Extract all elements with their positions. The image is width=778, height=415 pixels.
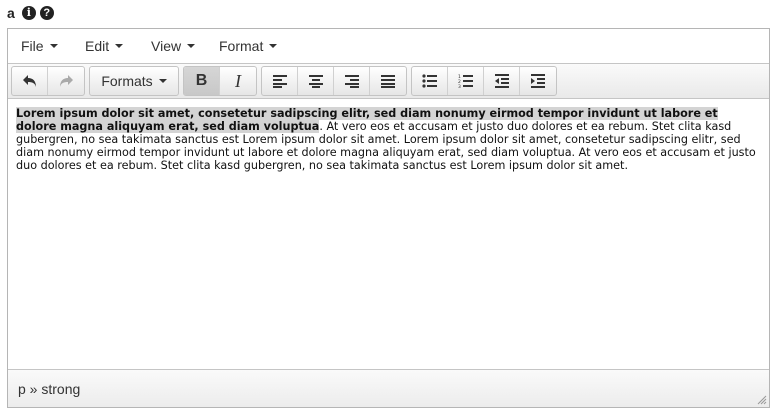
italic-button[interactable]: I: [220, 67, 256, 95]
list-group: 1 2 3: [411, 66, 557, 96]
chevron-down-icon: [269, 44, 278, 48]
undo-icon: [22, 75, 36, 87]
menu-file-label: File: [21, 38, 44, 54]
redo-button[interactable]: [48, 67, 84, 95]
align-right-button[interactable]: [334, 67, 370, 95]
redo-icon: [60, 75, 73, 87]
indent-icon: [531, 74, 545, 88]
align-group: [261, 66, 407, 96]
info-icon[interactable]: i: [21, 6, 36, 20]
align-left-button[interactable]: [262, 67, 298, 95]
formats-label: Formats: [101, 73, 153, 89]
menu-edit[interactable]: Edit: [77, 33, 131, 59]
numbered-list-icon: 1 2 3: [458, 74, 473, 88]
paragraph: Lorem ipsum dolor sit amet, consetetur s…: [16, 107, 761, 172]
field-label: a: [7, 5, 15, 21]
menu-view-label: View: [151, 38, 182, 54]
align-justify-icon: [381, 75, 395, 88]
bold-button[interactable]: B: [184, 67, 220, 95]
outdent-icon: [494, 74, 509, 88]
formats-dropdown[interactable]: Formats: [90, 67, 178, 95]
align-center-icon: [308, 75, 323, 88]
formats-group: Formats: [89, 66, 179, 96]
menu-format[interactable]: Format: [211, 33, 283, 59]
statusbar: p » strong: [8, 369, 769, 407]
outdent-button[interactable]: [484, 67, 520, 95]
field-label-row: a i ?: [7, 4, 54, 22]
rich-text-editor: File Edit View Format Formats B I 1 2 3 …: [7, 28, 770, 408]
svg-text:3: 3: [458, 84, 461, 88]
help-icon[interactable]: ?: [39, 6, 54, 20]
menu-view[interactable]: View: [143, 33, 203, 59]
chevron-down-icon: [115, 44, 124, 48]
chevron-down-icon: [187, 44, 196, 48]
align-center-button[interactable]: [298, 67, 334, 95]
style-group: B I: [183, 66, 257, 96]
menubar: File Edit View Format: [8, 29, 769, 63]
element-path[interactable]: p » strong: [18, 381, 80, 397]
indent-button[interactable]: [520, 67, 556, 95]
resize-handle-icon[interactable]: [757, 395, 767, 405]
align-right-icon: [344, 75, 359, 88]
menu-edit-label: Edit: [85, 38, 110, 54]
chevron-down-icon: [158, 79, 167, 83]
align-left-icon: [272, 75, 287, 88]
editor-content-area[interactable]: Lorem ipsum dolor sit amet, consetetur s…: [8, 99, 769, 368]
history-group: [11, 66, 85, 96]
chevron-down-icon: [49, 44, 58, 48]
menu-file[interactable]: File: [13, 33, 63, 59]
menu-format-label: Format: [219, 38, 264, 54]
toolbar: Formats B I 1 2 3: [8, 63, 769, 99]
undo-button[interactable]: [12, 67, 48, 95]
numbered-list-button[interactable]: 1 2 3: [448, 67, 484, 95]
bullet-list-icon: [421, 74, 437, 88]
bullet-list-button[interactable]: [412, 67, 448, 95]
align-justify-button[interactable]: [370, 67, 406, 95]
